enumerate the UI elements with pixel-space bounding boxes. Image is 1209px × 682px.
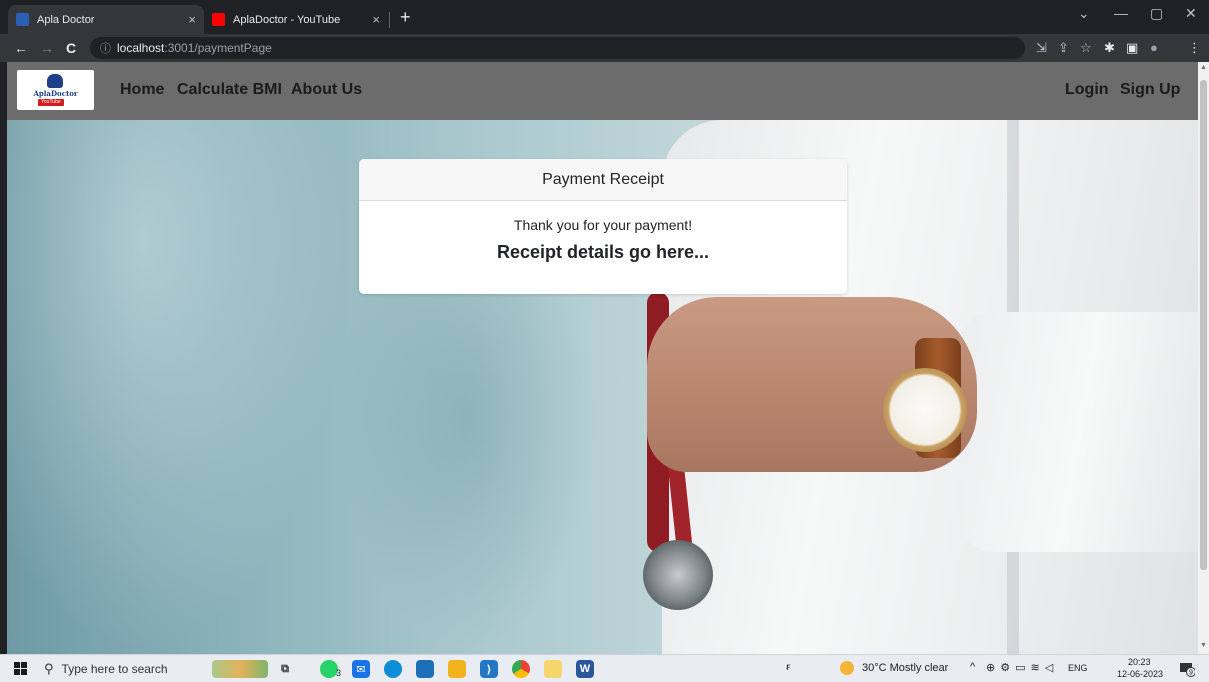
clock-date[interactable]: 12-06-2023 [1117,669,1163,679]
close-tab-icon[interactable]: × [188,12,196,27]
edge-browser-icon[interactable] [384,660,402,678]
weather-moon-icon[interactable] [840,661,854,675]
vscode-icon[interactable]: ⟩ [480,660,498,678]
scroll-up-arrow-icon[interactable]: ▲ [1200,64,1207,71]
menu-kebab-icon[interactable]: ⋮ [1188,40,1201,56]
logo-youtube-badge: YouTube [38,99,64,106]
profile-avatar-icon[interactable]: ● [1150,40,1158,56]
receipt-thank-you-text: Thank you for your payment! [513,217,693,233]
taskbar-search-box[interactable]: ⚲ Type here to search [44,658,194,680]
url-host: localhost [117,41,165,55]
whatsapp-badge: 3 [336,668,342,678]
coat-sleeve-image [962,312,1198,552]
close-window-button[interactable]: ✕ [1185,5,1197,22]
url-path: :3001/paymentPage [164,41,272,55]
close-tab-icon[interactable]: × [372,12,380,27]
receipt-details-text: Receipt details go here... [496,242,710,262]
logo-brand-text: AplaDoctor [33,89,78,98]
tab-apla-doctor[interactable]: Apla Doctor × [8,5,204,34]
minimize-button[interactable]: — [1114,5,1128,21]
share-icon[interactable]: ⇪ [1058,40,1069,56]
tab-title: Apla Doctor [37,13,95,26]
clock-time[interactable]: 20:23 [1128,657,1151,667]
language-indicator[interactable]: ENG [1068,663,1088,673]
tab-search-icon[interactable]: ⌄ [1078,5,1090,22]
notification-center-icon[interactable]: 9 [1179,661,1195,677]
paint-icon[interactable] [544,660,562,678]
apla-doctor-favicon-icon [16,13,29,26]
scrollbar-thumb[interactable] [1200,80,1207,570]
receipt-card-header: Payment Receipt [359,159,847,201]
nav-calculate-bmi[interactable]: Calculate BMI [177,81,282,99]
tray-chevron-icon[interactable]: ^ [970,661,975,673]
word-icon[interactable]: W [576,660,594,678]
search-highlight-image[interactable] [212,660,268,678]
tab-title: AplaDoctor - YouTube [233,13,341,26]
nav-about-us[interactable]: About Us [291,81,362,99]
new-tab-button[interactable]: + [400,8,411,26]
mail-icon[interactable]: ✉ [352,660,370,678]
tab-youtube[interactable]: AplaDoctor - YouTube × [204,5,388,34]
stethoscope-chestpiece-image [643,540,713,610]
browser-toolbar: ← → C ⓘ localhost :3001/paymentPage ⇲ ⇪ … [0,34,1209,62]
back-button[interactable]: ← [14,40,28,56]
page-scrollbar[interactable]: ▲ ▼ [1198,62,1209,654]
doctor-logo-icon [47,74,63,88]
reload-button[interactable]: C [66,40,76,56]
weather-text[interactable]: 30°C Mostly clear [862,662,948,674]
photos-app-icon[interactable] [416,660,434,678]
browser-tab-strip: Apla Doctor × AplaDoctor - YouTube × + ⌄… [0,0,1209,34]
forward-button[interactable]: → [40,40,54,56]
scroll-down-arrow-icon[interactable]: ▼ [1200,642,1207,649]
address-bar[interactable]: ⓘ localhost :3001/paymentPage [90,37,1025,59]
youtube-favicon-icon [212,13,225,26]
install-app-icon[interactable]: ⇲ [1036,40,1047,56]
payment-receipt-card: Payment Receipt Thank you for your payme… [359,159,847,294]
page-viewport: AplaDoctor YouTube Home Calculate BMI Ab… [7,62,1198,654]
file-explorer-icon[interactable] [448,660,466,678]
bookmark-star-icon[interactable]: ☆ [1080,40,1092,56]
site-navbar: AplaDoctor YouTube Home Calculate BMI Ab… [7,62,1198,120]
windows-start-icon[interactable] [14,662,27,675]
notification-count: 9 [1189,670,1193,677]
wristwatch-image [883,368,967,452]
chrome-icon[interactable] [512,660,530,678]
extensions-icon[interactable]: ✱ [1104,40,1115,56]
task-view-icon[interactable]: ⧉ [276,660,294,678]
nav-home[interactable]: Home [120,81,164,99]
site-logo[interactable]: AplaDoctor YouTube [17,70,94,110]
search-placeholder: Type here to search [61,662,168,676]
windows-taskbar: ⚲ Type here to search ⧉ 3 ✉ ⟩ W ꞧ 30°C M… [0,654,1209,682]
nav-login[interactable]: Login [1065,81,1109,99]
people-icon[interactable]: ꞧ [786,662,790,673]
tray-status-icons[interactable]: ⊕⚙▭≋◁ [986,661,1058,674]
nav-sign-up[interactable]: Sign Up [1120,81,1180,99]
tab-divider [389,12,390,28]
site-info-icon[interactable]: ⓘ [100,40,111,56]
background-haze [7,62,347,654]
side-panel-icon[interactable]: ▣ [1126,40,1138,56]
search-icon: ⚲ [44,661,54,676]
maximize-button[interactable]: ▢ [1150,5,1163,22]
